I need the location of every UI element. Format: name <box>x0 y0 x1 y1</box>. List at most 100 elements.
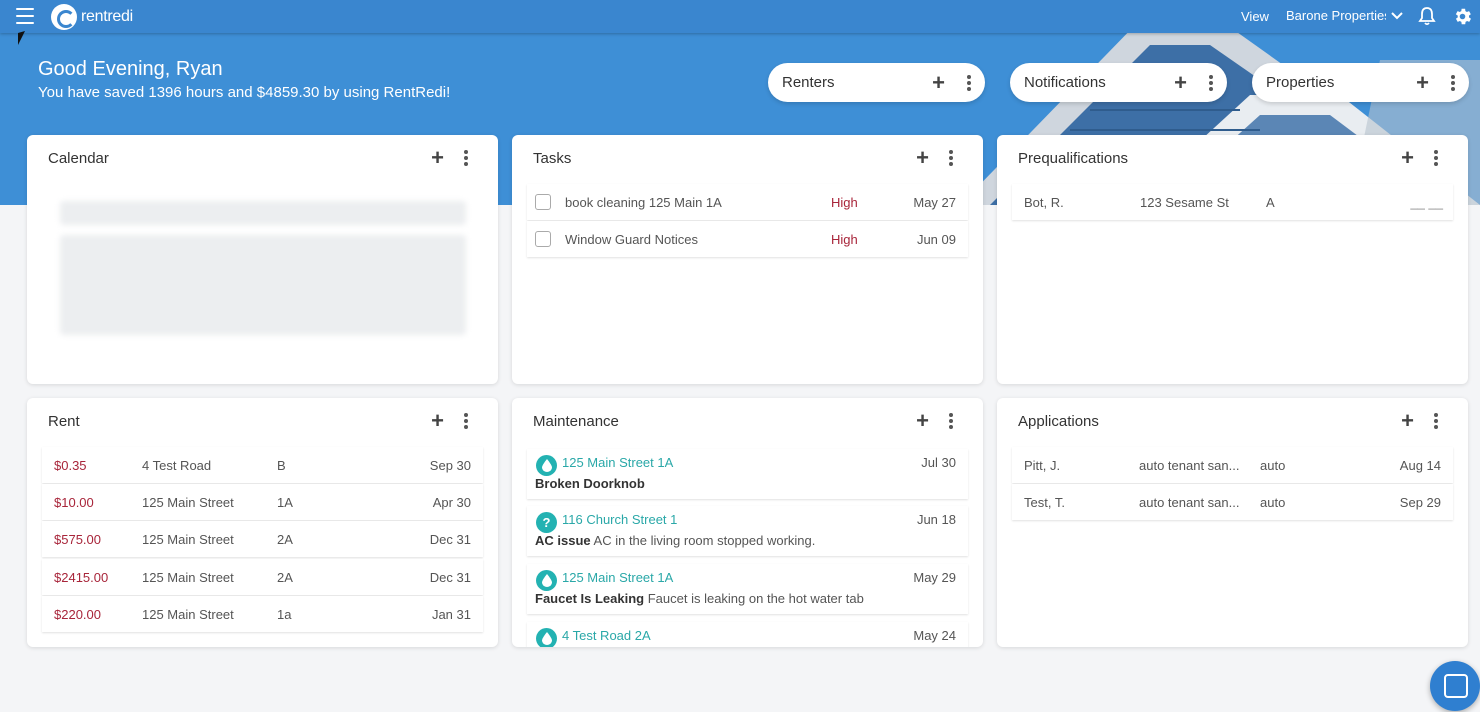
maintenance-issue: AC issue <box>535 533 591 548</box>
logo-icon <box>51 3 77 30</box>
rent-row[interactable]: $575.00 125 Main Street 2A Dec 31 <box>42 521 483 557</box>
rent-row[interactable]: $10.00 125 Main Street 1A Apr 30 <box>42 484 483 520</box>
maintenance-description: Broken Doorknob <box>535 476 645 491</box>
tasks-card: Tasks + book cleaning 125 Main 1A High M… <box>512 135 983 384</box>
task-checkbox[interactable] <box>535 194 551 210</box>
rent-date: Dec 31 <box>429 531 471 547</box>
properties-pill-label: Properties <box>1266 74 1335 91</box>
chat-support-button[interactable] <box>1430 661 1480 711</box>
application-type: auto <box>1260 457 1286 473</box>
add-property-button[interactable]: + <box>1416 71 1429 94</box>
rent-address: 125 Main Street <box>142 531 234 547</box>
add-calendar-event-button[interactable]: + <box>431 147 444 169</box>
task-row[interactable]: book cleaning 125 Main 1A High May 27 <box>527 184 968 220</box>
rent-card: Rent + $0.35 4 Test Road B Sep 30 $10.00… <box>27 398 498 647</box>
rent-row[interactable]: $2415.00 125 Main Street 2A Dec 31 <box>42 559 483 595</box>
maintenance-row[interactable]: 125 Main Street 1A May 29 Faucet Is Leak… <box>527 564 968 614</box>
maintenance-issue: Broken Doorknob <box>535 476 645 491</box>
maintenance-address-link[interactable]: 116 Church Street 1 <box>562 512 677 527</box>
applications-more-icon[interactable] <box>1434 413 1438 429</box>
property-view-select[interactable]: Barone Properties <box>1286 8 1386 23</box>
prequalifications-card-header: Prequalifications + <box>997 135 1468 181</box>
add-task-button[interactable]: + <box>916 147 929 169</box>
maintenance-description: Faucet Is Leaking Faucet is leaking on t… <box>535 591 864 606</box>
menu-icon[interactable] <box>16 8 34 24</box>
rent-row[interactable]: $220.00 125 Main Street 1a Jan 31 <box>42 596 483 632</box>
rent-address: 4 Test Road <box>142 457 212 473</box>
app-logo[interactable]: rentredi <box>51 3 133 30</box>
notifications-pill-label: Notifications <box>1024 74 1106 91</box>
properties-pill[interactable]: Properties + <box>1252 63 1469 102</box>
water-drop-icon <box>536 570 557 591</box>
task-priority: High <box>831 231 858 247</box>
task-date: May 27 <box>913 194 956 210</box>
calendar-more-icon[interactable] <box>464 150 468 166</box>
savings-text: You have saved 1396 hours and $4859.30 b… <box>38 84 451 101</box>
add-rent-button[interactable]: + <box>431 410 444 432</box>
maintenance-address-link[interactable]: 4 Test Road 2A <box>562 628 651 643</box>
prequal-name: Bot, R. <box>1024 194 1064 210</box>
calendar-loading-placeholder <box>60 201 466 225</box>
rent-amount: $575.00 <box>54 531 101 547</box>
view-label: View <box>1241 9 1269 24</box>
mouse-cursor-icon <box>18 31 25 45</box>
application-source: auto tenant san... <box>1139 457 1240 473</box>
rent-date: Jan 31 <box>431 606 471 622</box>
prequalification-row[interactable]: Bot, R. 123 Sesame St A __ __ <box>1012 184 1453 220</box>
task-row[interactable]: Window Guard Notices High Jun 09 <box>527 221 968 257</box>
task-checkbox[interactable] <box>535 231 551 247</box>
water-drop-icon <box>536 628 557 647</box>
question-icon: ? <box>536 512 557 533</box>
calendar-loading-placeholder <box>60 235 466 335</box>
application-date: Aug 14 <box>1399 457 1441 473</box>
properties-more-icon[interactable] <box>1451 74 1455 91</box>
maintenance-date: May 24 <box>913 628 956 643</box>
prequal-extra: __ __ <box>1410 194 1443 210</box>
rent-address: 125 Main Street <box>142 606 234 622</box>
add-maintenance-button[interactable]: + <box>916 410 929 432</box>
application-source: auto tenant san... <box>1139 494 1240 510</box>
calendar-card: Calendar + <box>27 135 498 384</box>
maintenance-row[interactable]: 125 Main Street 1A Jul 30 Broken Doorkno… <box>527 449 968 499</box>
application-row[interactable]: Test, T. auto tenant san... auto Sep 29 <box>1012 484 1453 520</box>
application-date: Sep 29 <box>1399 494 1441 510</box>
maintenance-row[interactable]: 4 Test Road 2A May 24 <box>527 622 968 647</box>
maintenance-card-header: Maintenance + <box>512 398 983 444</box>
application-type: auto <box>1260 494 1286 510</box>
add-prequalification-button[interactable]: + <box>1401 147 1414 169</box>
applications-title: Applications <box>1018 413 1099 430</box>
add-renter-button[interactable]: + <box>932 71 945 94</box>
maintenance-address-link[interactable]: 125 Main Street 1A <box>562 570 673 585</box>
tasks-more-icon[interactable] <box>949 150 953 166</box>
add-notification-button[interactable]: + <box>1174 71 1187 94</box>
maintenance-address-link[interactable]: 125 Main Street 1A <box>562 455 673 470</box>
rent-date: Apr 30 <box>432 494 471 510</box>
task-date: Jun 09 <box>916 231 956 247</box>
tasks-title: Tasks <box>533 150 572 167</box>
notifications-pill[interactable]: Notifications + <box>1010 63 1227 102</box>
rent-title: Rent <box>48 413 80 430</box>
add-application-button[interactable]: + <box>1401 410 1414 432</box>
notifications-more-icon[interactable] <box>1209 74 1213 91</box>
prequalifications-title: Prequalifications <box>1018 150 1129 167</box>
renters-more-icon[interactable] <box>967 74 971 91</box>
maintenance-title: Maintenance <box>533 413 619 430</box>
application-row[interactable]: Pitt, J. auto tenant san... auto Aug 14 <box>1012 447 1453 483</box>
maintenance-more-icon[interactable] <box>949 413 953 429</box>
chevron-down-icon[interactable] <box>1391 9 1403 23</box>
rent-unit: B <box>277 457 286 473</box>
gear-icon[interactable] <box>1452 6 1473 27</box>
logo-text: rentredi <box>81 7 133 25</box>
maintenance-card: Maintenance + 125 Main Street 1A Jul 30 … <box>512 398 983 647</box>
rent-more-icon[interactable] <box>464 413 468 429</box>
task-name: book cleaning 125 Main 1A <box>565 194 722 210</box>
prequalifications-more-icon[interactable] <box>1434 150 1438 166</box>
rent-row[interactable]: $0.35 4 Test Road B Sep 30 <box>42 447 483 483</box>
rent-unit: 2A <box>277 531 293 547</box>
maintenance-detail: Faucet is leaking on the hot water tab <box>647 591 864 606</box>
prequal-unit: A <box>1266 194 1275 210</box>
applications-card: Applications + Pitt, J. auto tenant san.… <box>997 398 1468 647</box>
renters-pill[interactable]: Renters + <box>768 63 985 102</box>
bell-icon[interactable] <box>1417 6 1437 26</box>
maintenance-row[interactable]: ? 116 Church Street 1 Jun 18 AC issue AC… <box>527 506 968 556</box>
